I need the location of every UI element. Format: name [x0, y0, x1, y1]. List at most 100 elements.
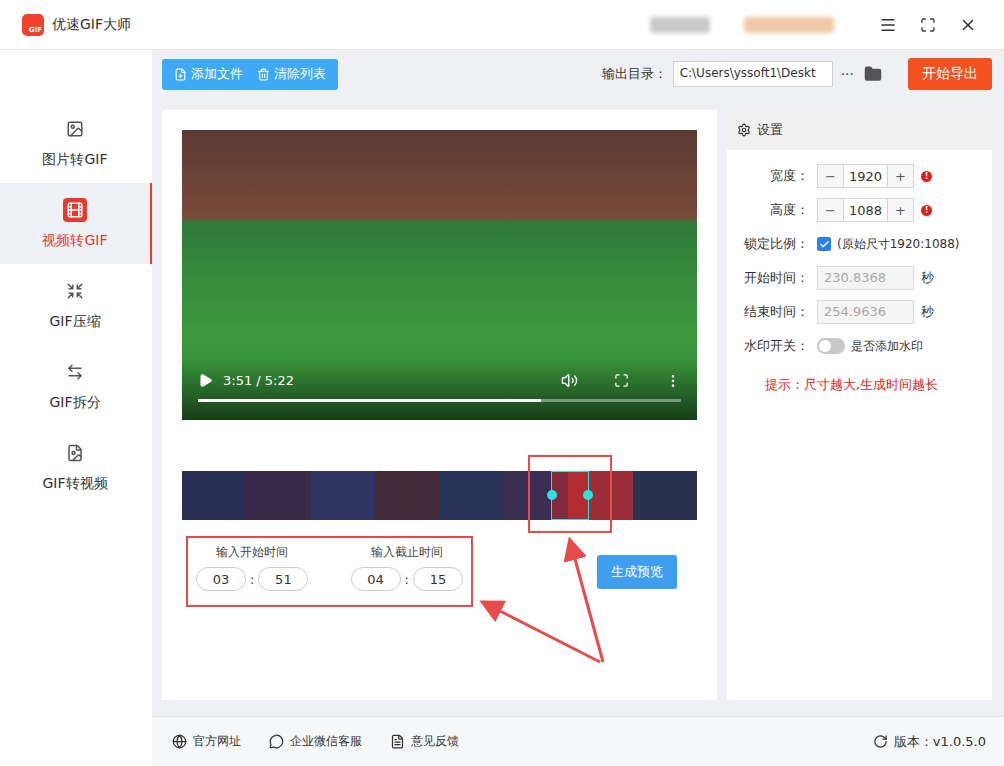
- user-id-blurred: [650, 17, 710, 33]
- time-separator: :: [250, 572, 254, 587]
- plus-button[interactable]: +: [888, 165, 913, 187]
- minus-button[interactable]: −: [818, 165, 843, 187]
- minus-button[interactable]: −: [818, 199, 843, 221]
- number-stepper: −1088+: [817, 198, 914, 222]
- play-icon[interactable]: [198, 373, 213, 388]
- range-start-handle[interactable]: [547, 490, 557, 500]
- toggle-switch[interactable]: [817, 338, 845, 354]
- volume-icon[interactable]: [561, 372, 578, 389]
- sidebar-item[interactable]: 视频转GIF: [0, 183, 152, 264]
- app-window: GIF 优速GIF大师图片转GIF 视频转GIF GIF压缩 GIF拆分 GIF转视频 添加…: [0, 0, 1004, 766]
- time-field: 254.9636: [817, 300, 914, 324]
- output-path-field[interactable]: C:\Users\yssoft1\Deskt: [673, 61, 833, 87]
- close-button[interactable]: [948, 16, 988, 34]
- settings-panel: 设置宽度：−1920+!高度：−1088+!锁定比例：(原始尺寸1920:108…: [727, 110, 992, 700]
- video-preview[interactable]: 3:51 / 5:22: [182, 130, 697, 420]
- preview-button[interactable]: 生成预览: [597, 555, 677, 589]
- filmstrip-frame: [311, 471, 375, 520]
- sidebar-item[interactable]: GIF压缩: [0, 264, 152, 345]
- toolbar-button[interactable]: 清除列表: [257, 65, 326, 83]
- setting-row: 水印开关：是否添加水印: [727, 334, 992, 358]
- sidebar-item-label: GIF压缩: [49, 313, 100, 331]
- user-badge-blurred: [744, 17, 834, 33]
- trim-time-label: 输入开始时间: [216, 544, 288, 561]
- setting-row: 高度：−1088+!: [727, 198, 992, 222]
- export-button[interactable]: 开始导出: [908, 58, 992, 90]
- alert-icon: !: [921, 171, 932, 182]
- trim-time-group: 输入截止时间04:15: [351, 544, 463, 591]
- setting-label: 水印开关：: [727, 337, 809, 355]
- tool-icon: [66, 444, 84, 462]
- checkbox[interactable]: [817, 237, 831, 251]
- number-value[interactable]: 1920: [843, 165, 888, 187]
- footer-link[interactable]: 官方网址: [172, 733, 241, 750]
- setting-row: 结束时间： 254.9636 秒: [727, 300, 992, 324]
- sidebar-item-label: 视频转GIF: [42, 232, 107, 250]
- setting-label: 锁定比例：: [727, 235, 809, 253]
- unit-label: 秒: [921, 303, 934, 321]
- menu-button[interactable]: [868, 16, 908, 34]
- sidebar-item[interactable]: GIF拆分: [0, 345, 152, 426]
- sidebar-item-icon-box: [63, 441, 87, 465]
- toolbar: 添加文件清除列表输出目录：C:\Users\yssoft1\Deskt···开始…: [162, 58, 992, 90]
- sidebar-item-label: GIF拆分: [49, 394, 100, 412]
- menu-icon: [879, 16, 897, 34]
- toolbar-button[interactable]: 添加文件: [174, 65, 243, 83]
- seconds-input[interactable]: 51: [258, 567, 308, 591]
- close-icon: [959, 16, 977, 34]
- number-value[interactable]: 1088: [843, 199, 888, 221]
- sidebar-item[interactable]: 图片转GIF: [0, 102, 152, 183]
- tool-icon: [66, 282, 84, 300]
- toggle-knob: [819, 340, 831, 352]
- app-logo: GIF: [22, 14, 44, 36]
- alert-icon: !: [921, 205, 932, 216]
- gear-icon: [737, 123, 751, 137]
- trim-time-box: 输入开始时间03:51输入截止时间04:15: [186, 536, 473, 607]
- settings-header: 设置: [727, 110, 992, 150]
- tool-icon: [66, 363, 84, 381]
- sidebar: 图片转GIF 视频转GIF GIF压缩 GIF拆分 GIF转视频: [0, 50, 152, 766]
- maximize-button[interactable]: [908, 17, 948, 33]
- editor-panel: 3:51 / 5:22输入开始时间03:51输入截止时间04:15生成预览: [162, 110, 717, 700]
- time-separator: :: [405, 572, 409, 587]
- player-progress[interactable]: [198, 399, 681, 402]
- more-icon[interactable]: [665, 373, 681, 389]
- setting-label: 结束时间：: [727, 303, 809, 321]
- filmstrip[interactable]: [182, 471, 697, 520]
- file-icon: [257, 68, 270, 81]
- footer: 官方网址 企业微信客服 意见反馈 版本：v1.0.5.0: [152, 716, 1004, 766]
- folder-button[interactable]: [864, 65, 882, 83]
- footer-link[interactable]: 企业微信客服: [269, 733, 362, 750]
- more-button[interactable]: ···: [841, 66, 854, 82]
- link-icon: [269, 734, 284, 749]
- sidebar-item-icon-box: [63, 198, 87, 222]
- folder-icon: [864, 65, 882, 83]
- sidebar-item[interactable]: GIF转视频: [0, 426, 152, 507]
- version-label[interactable]: 版本：v1.0.5.0: [873, 733, 986, 751]
- minutes-input[interactable]: 04: [351, 567, 401, 591]
- minutes-input[interactable]: 03: [196, 567, 246, 591]
- setting-label: 高度：: [727, 201, 809, 219]
- filmstrip-frame: [633, 471, 697, 520]
- maximize-icon: [920, 17, 936, 33]
- player-controls: 3:51 / 5:22: [182, 358, 697, 420]
- sidebar-item-icon-box: [63, 360, 87, 384]
- footer-link[interactable]: 意见反馈: [390, 733, 459, 750]
- highlight-box: [528, 455, 612, 533]
- range-selection[interactable]: [551, 471, 589, 520]
- range-end-handle[interactable]: [583, 490, 593, 500]
- title-bar: GIF 优速GIF大师: [0, 0, 1004, 50]
- setting-row: 开始时间：230.8368秒: [727, 266, 992, 290]
- update-icon: [873, 734, 888, 749]
- time-field: 230.8368: [817, 266, 914, 290]
- player-time: 3:51 / 5:22: [223, 373, 294, 388]
- link-icon: [390, 734, 405, 749]
- filmstrip-frame: [182, 471, 246, 520]
- fullscreen-icon[interactable]: [614, 373, 629, 388]
- plus-button[interactable]: +: [888, 199, 913, 221]
- annotation-arrows: [162, 110, 717, 700]
- sidebar-item-icon-box: [63, 117, 87, 141]
- seconds-input[interactable]: 15: [413, 567, 463, 591]
- app-title: 优速GIF大师: [52, 16, 131, 34]
- setting-label: 宽度：: [727, 167, 809, 185]
